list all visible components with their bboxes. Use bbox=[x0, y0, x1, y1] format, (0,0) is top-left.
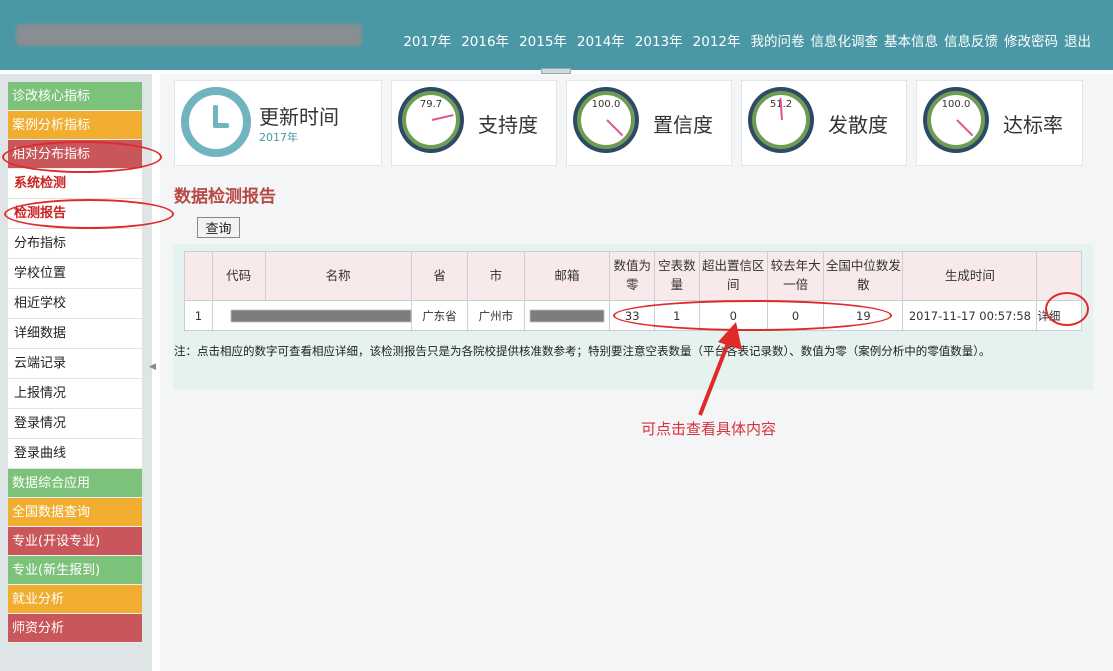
card-support: 79.7 支持度 bbox=[391, 80, 557, 166]
report-title: 数据检测报告 bbox=[174, 187, 276, 207]
table-footer-band bbox=[173, 362, 1093, 390]
nav-2015[interactable]: 2015年 bbox=[519, 30, 567, 50]
nav-it-survey[interactable]: 信息化调查 bbox=[811, 30, 879, 50]
annotation-text: 可点击查看具体内容 bbox=[641, 420, 777, 438]
nav-2012[interactable]: 2012年 bbox=[693, 30, 741, 50]
card-confidence: 100.0 置信度 bbox=[566, 80, 732, 166]
sidebar-item-faculty[interactable]: 师资分析 bbox=[8, 614, 142, 643]
col-header-median: 全国中位数发散 bbox=[823, 251, 904, 301]
col-header-province: 省 bbox=[410, 251, 469, 301]
nav-logout[interactable]: 退出 bbox=[1064, 30, 1091, 50]
sidebar-item-login-status[interactable]: 登录情况 bbox=[8, 409, 142, 439]
nav-change-password[interactable]: 修改密码 bbox=[1004, 30, 1058, 50]
top-header: 2017年 2016年 2015年 2014年 2013年 2012年 我的问卷… bbox=[0, 0, 1113, 70]
cell-code bbox=[211, 300, 412, 331]
nav-feedback[interactable]: 信息反馈 bbox=[944, 30, 998, 50]
sidebar-item-employment[interactable]: 就业分析 bbox=[8, 585, 142, 614]
card-update-year: 2017年 bbox=[259, 131, 298, 144]
sidebar-item-major-offered[interactable]: 专业(开设专业) bbox=[8, 527, 142, 556]
gauge-confidence-value: 100.0 bbox=[591, 99, 621, 110]
gauge-icon: 100.0 bbox=[573, 87, 639, 153]
sidebar-item-data-application[interactable]: 数据综合应用 bbox=[8, 469, 142, 498]
sidebar-item-distribution[interactable]: 分布指标 bbox=[8, 229, 142, 259]
sidebar-item-login-curve[interactable]: 登录曲线 bbox=[8, 439, 142, 469]
top-nav: 2017年 2016年 2015年 2014年 2013年 2012年 我的问卷… bbox=[403, 30, 1091, 50]
nav-2017[interactable]: 2017年 bbox=[403, 30, 451, 50]
nav-2014[interactable]: 2014年 bbox=[577, 30, 625, 50]
report-note: 注：点击相应的数字可查看相应详细，该检测报告只是为各院校提供核准数参考；特别要注… bbox=[174, 344, 991, 358]
col-header-code: 代码 bbox=[211, 251, 266, 301]
card-compliance: 100.0 达标率 bbox=[916, 80, 1083, 166]
annotation-circle-detail bbox=[1045, 292, 1089, 326]
col-header-empty: 空表数量 bbox=[654, 251, 700, 301]
sidebar-item-system-check[interactable]: 系统检测 bbox=[8, 169, 142, 199]
col-header-email: 邮箱 bbox=[523, 251, 611, 301]
card-confidence-title: 置信度 bbox=[653, 113, 713, 137]
card-dispersion: 51.2 发散度 bbox=[741, 80, 907, 166]
col-header-out-ci: 超出置信区间 bbox=[698, 251, 768, 301]
redacted-school-name bbox=[16, 24, 362, 46]
nav-my-survey[interactable]: 我的问卷 bbox=[751, 30, 805, 50]
sidebar-item-report-status[interactable]: 上报情况 bbox=[8, 379, 142, 409]
sidebar-item-similar-schools[interactable]: 相近学校 bbox=[8, 289, 142, 319]
card-compliance-title: 达标率 bbox=[1003, 113, 1063, 137]
card-dispersion-title: 发散度 bbox=[828, 113, 888, 137]
gauge-icon: 51.2 bbox=[748, 87, 814, 153]
gauge-icon: 100.0 bbox=[923, 87, 989, 153]
sidebar-item-core-indicators[interactable]: 诊改核心指标 bbox=[8, 82, 142, 111]
sidebar-item-major-enrollment[interactable]: 专业(新生报到) bbox=[8, 556, 142, 585]
col-header-time: 生成时间 bbox=[902, 251, 1038, 301]
col-header-city: 市 bbox=[467, 251, 525, 301]
cell-city: 广州市 bbox=[467, 300, 525, 331]
col-header-double: 较去年大一倍 bbox=[766, 251, 825, 301]
annotation-circle-sidebar-relative bbox=[2, 141, 162, 173]
table-header-row: 代码 名称 省 市 邮箱 数值为零 空表数量 超出置信区间 较去年大一倍 全国中… bbox=[184, 251, 1082, 301]
redacted-code-name bbox=[230, 310, 411, 322]
cell-email bbox=[523, 300, 611, 331]
redacted-email bbox=[530, 310, 604, 322]
clock-icon bbox=[181, 87, 251, 157]
gauge-needle bbox=[606, 119, 624, 137]
col-header-name: 名称 bbox=[264, 251, 412, 301]
nav-2016[interactable]: 2016年 bbox=[461, 30, 509, 50]
gauge-icon: 79.7 bbox=[398, 87, 464, 153]
annotation-circle-numbers bbox=[613, 300, 892, 331]
card-update-title: 更新时间 bbox=[259, 105, 339, 129]
card-support-title: 支持度 bbox=[478, 113, 538, 137]
gauge-support-value: 79.7 bbox=[419, 99, 443, 110]
gauge-compliance-value: 100.0 bbox=[941, 99, 971, 110]
annotation-circle-sidebar-report bbox=[4, 199, 174, 229]
annotation-arrow bbox=[698, 322, 742, 416]
sidebar-item-school-location[interactable]: 学校位置 bbox=[8, 259, 142, 289]
cell-index: 1 bbox=[184, 300, 213, 331]
nav-2013[interactable]: 2013年 bbox=[635, 30, 683, 50]
sidebar-item-national-query[interactable]: 全国数据查询 bbox=[8, 498, 142, 527]
col-header-zero: 数值为零 bbox=[609, 251, 656, 301]
sidebar-item-detail-data[interactable]: 详细数据 bbox=[8, 319, 142, 349]
gauge-needle bbox=[956, 119, 974, 137]
sidebar-collapse-handle[interactable]: ◀ bbox=[149, 362, 156, 378]
col-header-index bbox=[184, 251, 213, 301]
query-button[interactable]: 查询 bbox=[197, 217, 240, 238]
sidebar-item-case-analysis[interactable]: 案例分析指标 bbox=[8, 111, 142, 140]
card-update-time: 更新时间 2017年 bbox=[174, 80, 382, 166]
nav-basic-info[interactable]: 基本信息 bbox=[884, 30, 938, 50]
cell-generated-time: 2017-11-17 00:57:58 bbox=[902, 300, 1038, 331]
gauge-needle bbox=[431, 114, 454, 121]
sidebar-item-cloud-records[interactable]: 云端记录 bbox=[8, 349, 142, 379]
cell-province: 广东省 bbox=[410, 300, 469, 331]
